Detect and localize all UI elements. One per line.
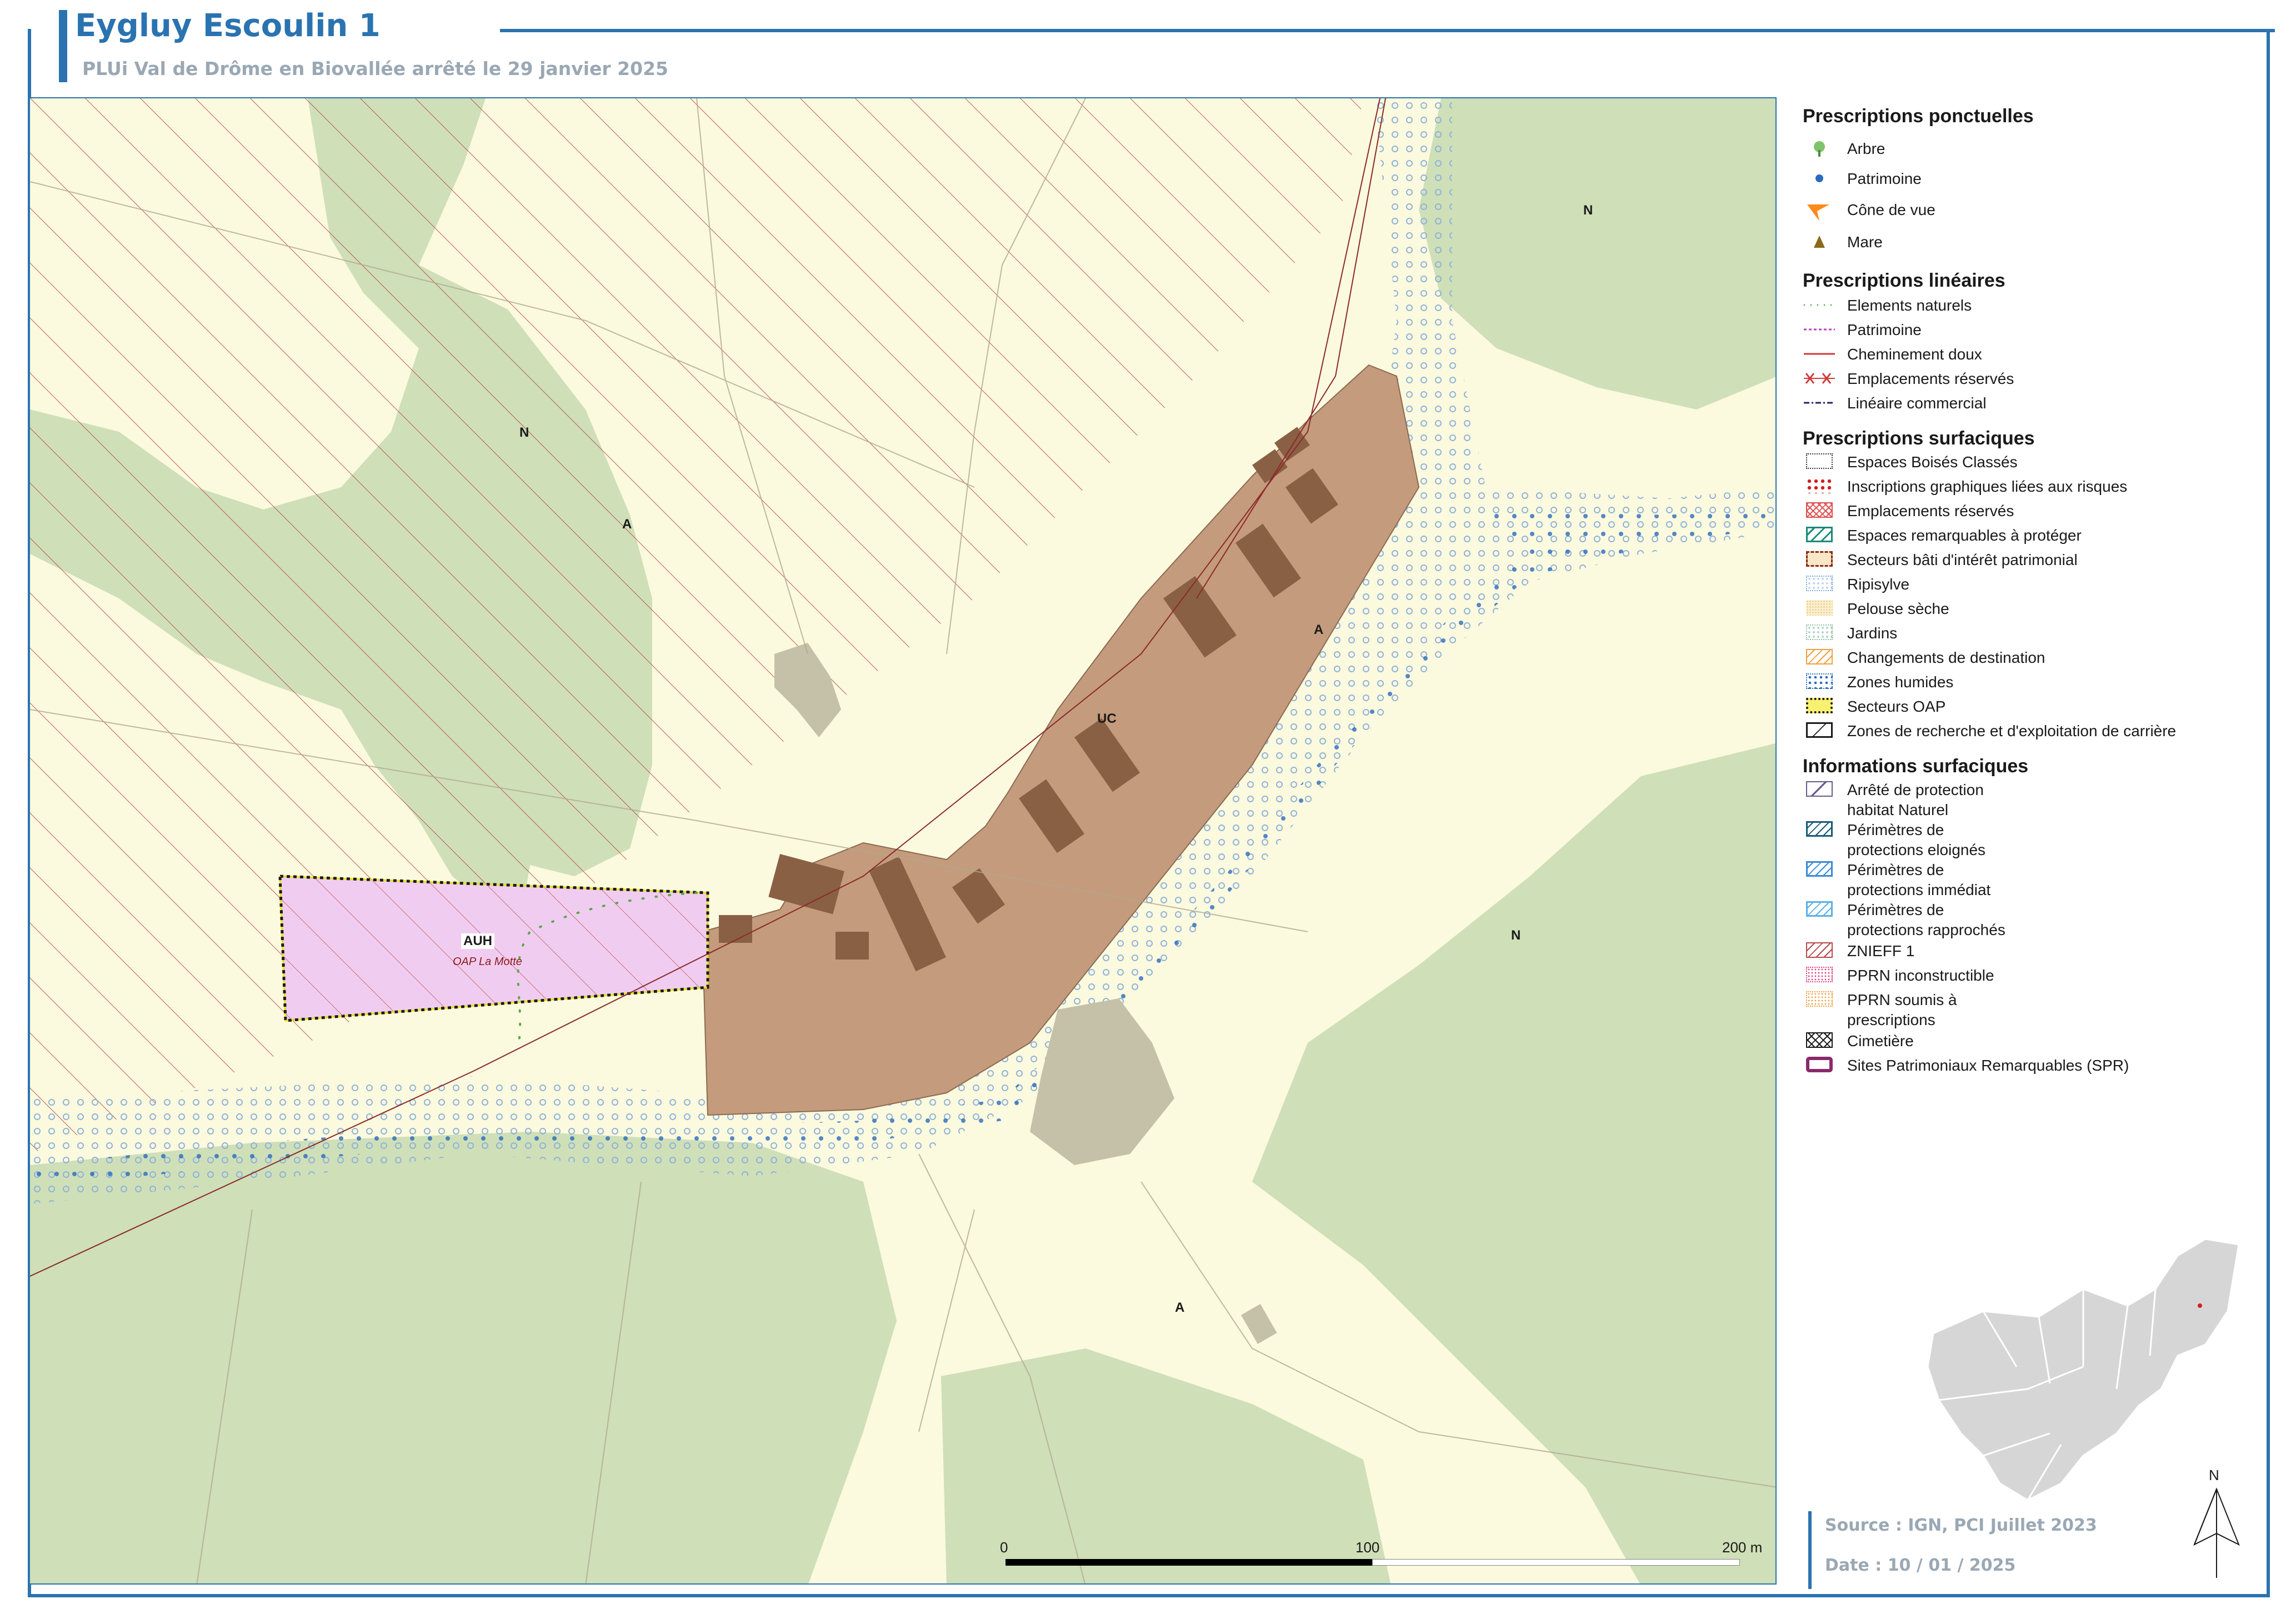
- legend-item: Cheminement doux: [1803, 343, 2258, 366]
- zone-label: N: [1583, 203, 1593, 218]
- legend-item: Inscriptions graphiques liées aux risque…: [1803, 476, 2258, 498]
- legend-item: Jardins: [1803, 622, 2258, 644]
- legend-item: PPRN soumis à prescriptions: [1803, 989, 2258, 1029]
- legend-title-lineaires: Prescriptions linéaires: [1803, 270, 2005, 291]
- legend-item: Mare: [1803, 231, 2258, 253]
- legend-item: Espaces remarquables à protéger: [1803, 524, 2258, 547]
- legend-item: Sites Patrimoniaux Remarquables (SPR): [1803, 1055, 2258, 1077]
- legend-item: Pelouse sèche: [1803, 598, 2258, 620]
- legend-item: Arrêté de protection habitat Naturel: [1803, 779, 2258, 819]
- red-line-icon: [1803, 344, 1836, 363]
- zone-label: N: [1511, 928, 1521, 943]
- scale-label-200: 200 m: [1722, 1539, 1763, 1556]
- zone-label: N: [519, 425, 529, 440]
- legend-item: Ripisylve: [1803, 573, 2258, 596]
- legend-item: Secteurs OAP: [1803, 696, 2258, 718]
- legend-title-surfaciques: Prescriptions surfaciques: [1803, 428, 2035, 449]
- legend-item: Linéaire commercial: [1803, 392, 2258, 414]
- legend-item: Emplacements réservés: [1803, 500, 2258, 522]
- green-dotted-line-icon: [1803, 296, 1836, 314]
- zone-label: AUH: [461, 933, 494, 949]
- source-text: Source : IGN, PCI Juillet 2023: [1825, 1516, 2097, 1535]
- scale-label-0: 0: [1000, 1539, 1008, 1556]
- legend-item: Cimetière: [1803, 1030, 2258, 1052]
- legend-item: Patrimoine: [1803, 319, 2258, 341]
- legend-item: Patrimoine: [1803, 168, 2258, 190]
- legend-item: Espaces Boisés Classés: [1803, 451, 2258, 473]
- legend-item: Secteurs bâti d'intérêt patrimonial: [1803, 549, 2258, 571]
- legend-item: Périmètres de protections rapprochés: [1803, 899, 2258, 939]
- tree-icon: [1803, 139, 1836, 158]
- legend-item: Périmètres de protections immédiat: [1803, 859, 2258, 899]
- legend-item: Changements de destination: [1803, 647, 2258, 669]
- legend-item: Arbre: [1803, 138, 2258, 160]
- date-text: Date : 10 / 01 / 2025: [1825, 1556, 2016, 1575]
- legend-item: Elements naturels: [1803, 294, 2258, 317]
- dot-icon: [1803, 169, 1836, 188]
- legend-item: Cône de vue: [1803, 199, 2258, 221]
- dark-dashed-line-icon: [1803, 393, 1836, 412]
- legend-item: Périmètres de protections eloignés: [1803, 819, 2258, 859]
- legend-item: Zones de recherche et d'exploitation de …: [1803, 720, 2258, 742]
- scale-label-100: 100: [1355, 1539, 1380, 1556]
- red-cross-line-icon: [1803, 369, 1836, 388]
- legend-item: Emplacements réservés: [1803, 368, 2258, 390]
- legend-item: Zones humides: [1803, 671, 2258, 693]
- legend-item: PPRN inconstructible: [1803, 965, 2258, 987]
- magenta-dashed-line-icon: [1803, 320, 1836, 339]
- zone-label: A: [1314, 622, 1324, 637]
- scale-bar: 0 100 200 m: [1000, 1539, 1778, 1583]
- legend-title-ponctuelles: Prescriptions ponctuelles: [1803, 106, 2034, 127]
- north-arrow-icon: N: [2178, 1467, 2255, 1578]
- legend-title-informations: Informations surfaciques: [1803, 756, 2029, 777]
- zone-label: A: [622, 517, 632, 532]
- view-cone-icon: [1803, 200, 1836, 221]
- map-canvas[interactable]: [29, 97, 1777, 1585]
- zone-label: A: [1175, 1300, 1185, 1315]
- zone-label: UC: [1097, 711, 1117, 726]
- triangle-icon: [1803, 232, 1836, 251]
- footer-accent-bar: [1808, 1511, 1812, 1589]
- oap-label: OAP La Motte: [453, 956, 522, 968]
- legend-item: ZNIEFF 1: [1803, 940, 2258, 962]
